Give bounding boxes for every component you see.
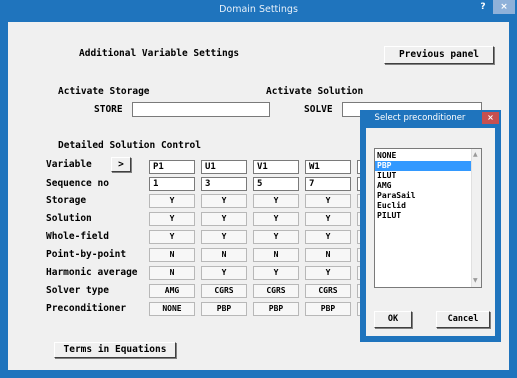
grid-cell[interactable]: Y xyxy=(253,212,299,226)
listbox-scrollbar[interactable]: ▲ ▼ xyxy=(471,149,481,287)
grid-cell[interactable]: N xyxy=(149,248,195,262)
scroll-up-icon[interactable]: ▲ xyxy=(473,151,478,158)
row-label: Point-by-point xyxy=(46,249,127,260)
activate-solution-title: Activate Solution xyxy=(266,86,364,97)
list-item[interactable]: ILUT xyxy=(375,171,471,181)
grid-cell[interactable]: PBP xyxy=(253,302,299,316)
grid-cell[interactable]: Y xyxy=(253,194,299,208)
store-input[interactable] xyxy=(132,102,270,117)
grid-cell[interactable]: Y xyxy=(253,266,299,280)
dialog-close-button[interactable]: × xyxy=(482,112,499,124)
ok-button[interactable]: OK xyxy=(374,311,412,328)
grid-cell[interactable]: CGRS xyxy=(201,284,247,298)
grid-cell[interactable]: Y xyxy=(149,230,195,244)
grid-cell[interactable]: Y xyxy=(201,266,247,280)
sequence-number-field[interactable]: 7 xyxy=(305,177,351,191)
grid-cell[interactable]: CGRS xyxy=(253,284,299,298)
sequence-number-field[interactable]: 5 xyxy=(253,177,299,191)
variable-name-field[interactable]: W1 xyxy=(305,160,351,174)
activate-storage-title: Activate Storage xyxy=(58,86,150,97)
detailed-control-title: Detailed Solution Control xyxy=(58,140,201,151)
list-item[interactable]: PBP xyxy=(375,161,471,171)
cancel-button[interactable]: Cancel xyxy=(436,311,490,328)
grid-cell[interactable]: N xyxy=(201,248,247,262)
grid-cell[interactable]: AMG xyxy=(149,284,195,298)
grid-cell[interactable]: PBP xyxy=(201,302,247,316)
grid-cell[interactable]: Y xyxy=(305,212,351,226)
row-label: Harmonic average xyxy=(46,267,138,278)
sequence-number-field[interactable]: 1 xyxy=(149,177,195,191)
list-item[interactable]: PILUT xyxy=(375,211,471,221)
preconditioner-listbox[interactable]: NONE PBP ILUT AMG ParaSail Euclid PILUT ▲ ▼ xyxy=(374,148,482,288)
row-label: Solution xyxy=(46,213,92,224)
grid-cell[interactable]: Y xyxy=(305,266,351,280)
list-item[interactable]: Euclid xyxy=(375,201,471,211)
grid-cell[interactable]: N xyxy=(149,266,195,280)
list-item[interactable]: NONE xyxy=(375,151,471,161)
terms-in-equations-button[interactable]: Terms in Equations xyxy=(54,342,176,358)
list-item[interactable]: AMG xyxy=(375,181,471,191)
variable-name-field[interactable]: P1 xyxy=(149,160,195,174)
row-label: Solver type xyxy=(46,285,109,296)
row-label: Storage xyxy=(46,195,87,206)
dialog-body: NONE PBP ILUT AMG ParaSail Euclid PILUT ▲ ▼ OK… xyxy=(366,128,495,336)
row-label: Whole-field xyxy=(46,231,109,242)
solve-label: SOLVE xyxy=(304,104,333,115)
grid-cell[interactable]: PBP xyxy=(305,302,351,316)
grid-cell[interactable]: Y xyxy=(201,194,247,208)
list-item[interactable]: ParaSail xyxy=(375,191,471,201)
variable-name-field[interactable]: V1 xyxy=(253,160,299,174)
previous-panel-button[interactable]: Previous panel xyxy=(384,46,494,64)
scroll-down-icon[interactable]: ▼ xyxy=(473,277,478,284)
grid-cell[interactable]: N xyxy=(305,248,351,262)
grid-cell[interactable]: Y xyxy=(253,230,299,244)
grid-cell[interactable]: Y xyxy=(201,230,247,244)
next-variable-button[interactable]: > xyxy=(111,157,131,172)
domain-settings-window: Domain Settings ? × Additional Variable … xyxy=(0,0,517,378)
grid-cell[interactable]: N xyxy=(253,248,299,262)
help-button[interactable]: ? xyxy=(474,0,492,14)
grid-cell[interactable]: Y xyxy=(201,212,247,226)
option-list: NONE PBP ILUT AMG ParaSail Euclid PILUT xyxy=(375,149,481,221)
grid-cell[interactable]: CGRS xyxy=(305,284,351,298)
select-preconditioner-dialog: Select preconditioner × NONE PBP ILUT AMG Pa… xyxy=(360,110,501,342)
variable-label: Variable xyxy=(46,159,92,170)
grid-cell[interactable]: Y xyxy=(149,212,195,226)
variable-name-field[interactable]: U1 xyxy=(201,160,247,174)
dialog-title: Select preconditioner xyxy=(374,113,466,123)
grid-cell[interactable]: Y xyxy=(305,230,351,244)
grid-cell[interactable]: Y xyxy=(149,194,195,208)
row-label: Preconditioner xyxy=(46,303,127,314)
section-title: Additional Variable Settings xyxy=(79,48,240,59)
close-button[interactable]: × xyxy=(493,0,515,14)
window-title: Domain Settings xyxy=(219,4,298,15)
store-label: STORE xyxy=(94,104,123,115)
sequence-number-field[interactable]: 3 xyxy=(201,177,247,191)
row-label: Sequence no xyxy=(46,178,109,189)
title-bar[interactable]: Domain Settings ? × xyxy=(0,0,517,22)
grid-cell[interactable]: Y xyxy=(305,194,351,208)
grid-cell[interactable]: NONE xyxy=(149,302,195,316)
